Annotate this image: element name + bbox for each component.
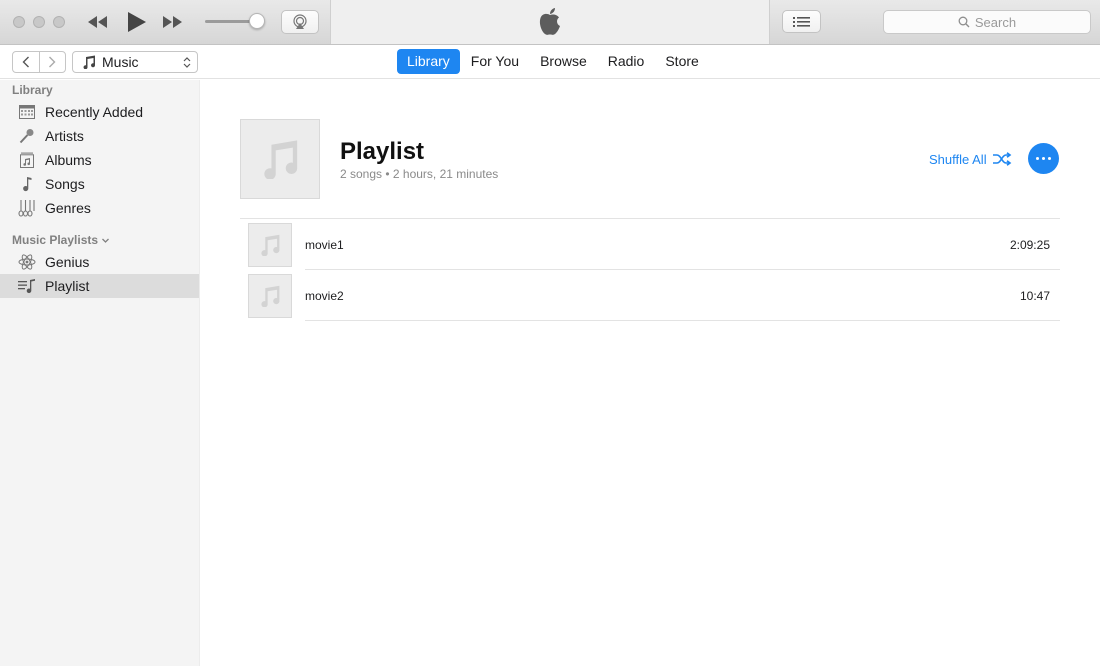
ellipsis-dot xyxy=(1036,157,1039,160)
now-playing-display xyxy=(330,0,770,44)
tab-radio[interactable]: Radio xyxy=(598,49,655,74)
list-icon xyxy=(793,16,810,27)
sidebar-item-label: Genres xyxy=(45,200,91,216)
sidebar-item-label: Recently Added xyxy=(45,104,144,120)
play-button[interactable] xyxy=(123,10,149,34)
forward-button[interactable] xyxy=(38,52,65,72)
volume-knob[interactable] xyxy=(249,13,266,29)
guitars-icon xyxy=(18,199,36,217)
track-list: movie1 2:09:25 movie2 10:47 xyxy=(240,218,1060,321)
zoom-window-button[interactable] xyxy=(53,16,65,28)
media-kind-label: Music xyxy=(102,54,139,70)
shuffle-icon xyxy=(992,152,1011,166)
itunes-window: Search Music Library For You Browse Radi… xyxy=(0,0,1100,666)
library-section-header: Library xyxy=(12,83,53,97)
track-row[interactable]: movie1 2:09:25 xyxy=(240,219,1060,270)
title-bar: Search xyxy=(0,0,1100,45)
back-button[interactable] xyxy=(13,52,39,72)
rewind-button[interactable] xyxy=(84,10,110,34)
tab-for-you[interactable]: For You xyxy=(461,49,529,74)
sidebar: Library Recently Added Artists Albums Songs… xyxy=(0,80,200,666)
playlists-list: Genius Playlist xyxy=(0,250,199,298)
main-content: Playlist 2 songs • 2 hours, 21 minutes S… xyxy=(201,80,1100,666)
playlist-meta: 2 songs • 2 hours, 21 minutes xyxy=(340,167,499,181)
tab-library[interactable]: Library xyxy=(397,49,460,74)
music-note-icon xyxy=(261,234,280,256)
atom-icon xyxy=(18,253,36,271)
sidebar-item-playlist[interactable]: Playlist xyxy=(0,274,199,298)
sidebar-item-label: Albums xyxy=(45,152,92,168)
track-artwork xyxy=(248,274,292,318)
track-name: movie1 xyxy=(305,238,344,252)
media-kind-select[interactable]: Music xyxy=(72,51,198,73)
sidebar-item-recently-added[interactable]: Recently Added xyxy=(0,100,199,124)
chevron-down-icon xyxy=(102,238,110,243)
library-list: Recently Added Artists Albums Songs Genres xyxy=(0,100,199,220)
navigation-bar: Music Library For You Browse Radio Store xyxy=(0,45,1100,79)
sidebar-item-genres[interactable]: Genres xyxy=(0,196,199,220)
album-icon xyxy=(18,151,36,169)
track-duration: 2:09:25 xyxy=(1009,238,1050,252)
apple-logo-icon xyxy=(539,8,560,35)
shuffle-all-button[interactable]: Shuffle All xyxy=(929,150,1012,168)
playlist-artwork xyxy=(240,119,320,199)
music-note-icon xyxy=(264,140,298,179)
more-options-button[interactable] xyxy=(1028,143,1059,174)
sidebar-item-label: Playlist xyxy=(45,278,90,294)
music-playlists-header-label: Music Playlists xyxy=(12,233,99,247)
search-placeholder: Search xyxy=(974,14,1017,30)
sidebar-item-label: Artists xyxy=(45,128,84,144)
tab-store[interactable]: Store xyxy=(655,49,708,74)
airplay-button[interactable] xyxy=(281,10,319,34)
tab-browse[interactable]: Browse xyxy=(530,49,597,74)
microphone-icon xyxy=(18,127,36,145)
sidebar-item-albums[interactable]: Albums xyxy=(0,148,199,172)
search-field[interactable]: Search xyxy=(883,10,1091,34)
music-playlists-header[interactable]: Music Playlists xyxy=(0,230,199,250)
fast-forward-icon xyxy=(163,16,182,28)
minimize-window-button[interactable] xyxy=(33,16,45,28)
music-note-icon xyxy=(18,175,36,193)
track-row[interactable]: movie2 10:47 xyxy=(240,270,1060,321)
ellipsis-dot xyxy=(1048,157,1051,160)
playlist-icon xyxy=(18,277,36,295)
section-tabs: Library For You Browse Radio Store xyxy=(397,49,710,74)
track-artwork xyxy=(248,223,292,267)
track-name: movie2 xyxy=(305,289,344,303)
rewind-icon xyxy=(88,16,107,28)
chevron-left-icon xyxy=(22,56,29,68)
music-note-icon xyxy=(261,285,280,307)
row-divider xyxy=(305,320,1060,321)
ellipsis-dot xyxy=(1042,157,1045,160)
playlist-title: Playlist xyxy=(340,138,425,165)
close-window-button[interactable] xyxy=(13,16,25,28)
sidebar-item-label: Genius xyxy=(45,254,90,270)
search-icon xyxy=(958,16,970,28)
sidebar-item-genius[interactable]: Genius xyxy=(0,250,199,274)
grid-calendar-icon xyxy=(18,103,36,121)
airplay-icon xyxy=(293,14,307,29)
music-note-icon xyxy=(83,55,96,69)
play-icon xyxy=(128,12,146,32)
track-duration: 10:47 xyxy=(1019,289,1050,303)
sidebar-item-artists[interactable]: Artists xyxy=(0,124,199,148)
history-navigation xyxy=(12,51,66,73)
shuffle-all-label: Shuffle All xyxy=(929,151,987,167)
sidebar-item-songs[interactable]: Songs xyxy=(0,172,199,196)
sidebar-item-label: Songs xyxy=(45,176,85,192)
up-next-button[interactable] xyxy=(782,10,821,33)
up-down-chevron-icon xyxy=(183,57,191,68)
chevron-right-icon xyxy=(49,56,56,68)
volume-slider[interactable] xyxy=(205,13,266,29)
fast-forward-button[interactable] xyxy=(160,10,186,34)
